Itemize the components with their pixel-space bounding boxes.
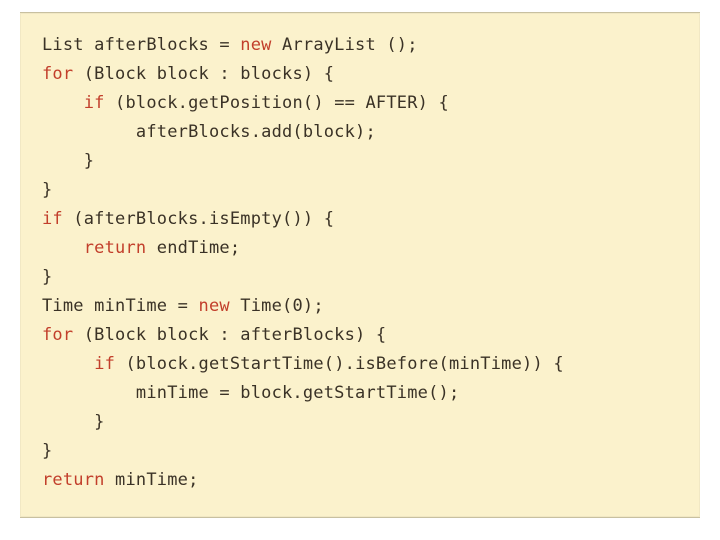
keyword-token: if <box>84 93 105 113</box>
keyword-token: new <box>240 35 271 55</box>
code-token: } <box>42 151 94 171</box>
code-token: Time minTime = <box>42 296 199 316</box>
code-token: Time(0); <box>230 296 324 316</box>
code-token: minTime = block.getStartTime(); <box>42 383 459 403</box>
code-token: (afterBlocks.isEmpty()) { <box>63 209 334 229</box>
code-token: afterBlocks.add(block); <box>42 122 376 142</box>
code-token: (block.getStartTime().isBefore(minTime))… <box>115 354 564 374</box>
code-token: ArrayList (); <box>272 35 418 55</box>
code-token: (block.getPosition() == AFTER) { <box>105 93 449 113</box>
code-token <box>42 354 94 374</box>
keyword-token: if <box>42 209 63 229</box>
code-token: List afterBlocks = <box>42 35 240 55</box>
keyword-token: for <box>42 325 73 345</box>
code-block: List afterBlocks = new ArrayList (); for… <box>20 12 700 518</box>
code-token: endTime; <box>146 238 240 258</box>
code-token: minTime; <box>105 470 199 490</box>
code-token: } <box>42 180 52 200</box>
code-token <box>42 238 84 258</box>
code-token <box>42 93 84 113</box>
code-token: } <box>42 412 105 432</box>
keyword-token: return <box>84 238 147 258</box>
code-token: } <box>42 441 52 461</box>
keyword-token: if <box>94 354 115 374</box>
code-token: (Block block : blocks) { <box>73 64 334 84</box>
code-content: List afterBlocks = new ArrayList (); for… <box>42 31 678 495</box>
code-token: } <box>42 267 52 287</box>
keyword-token: return <box>42 470 105 490</box>
code-token: (Block block : afterBlocks) { <box>73 325 386 345</box>
keyword-token: for <box>42 64 73 84</box>
keyword-token: new <box>199 296 230 316</box>
